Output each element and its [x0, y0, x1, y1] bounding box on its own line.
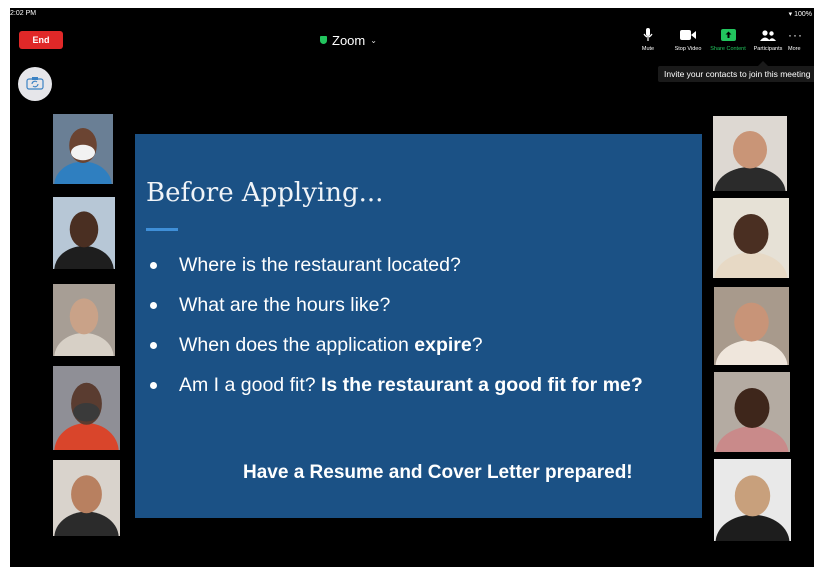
end-meeting-button[interactable]: End — [19, 31, 63, 49]
bullet-item: What are the hours like? — [150, 294, 643, 334]
invite-tooltip: Invite your contacts to join this meetin… — [658, 61, 814, 82]
mute-label: Mute — [641, 46, 655, 52]
more-button[interactable]: ··· More — [788, 28, 808, 52]
bullet-dot-icon — [150, 382, 157, 389]
title-underline — [146, 228, 178, 231]
slide-call-to-action: Have a Resume and Cover Letter prepared! — [243, 462, 633, 483]
participant-video-right-2[interactable] — [713, 198, 789, 278]
microphone-icon — [643, 28, 653, 42]
participant-video-left-4[interactable] — [53, 366, 120, 450]
bullet-dot-icon — [150, 342, 157, 349]
participant-video-left-3[interactable] — [53, 284, 115, 356]
meeting-title-label: Zoom — [332, 32, 366, 48]
participant-avatar — [53, 366, 120, 450]
participant-video-left-1[interactable] — [53, 114, 113, 184]
meeting-title[interactable]: Zoom ⌄ — [320, 31, 377, 49]
participant-avatar — [714, 372, 790, 452]
participants-label: Participants — [753, 46, 783, 52]
participant-avatar — [714, 287, 789, 365]
switch-camera-button[interactable] — [18, 67, 52, 101]
participants-icon — [760, 28, 776, 42]
participant-video-left-5[interactable] — [53, 460, 120, 536]
bullet-item: Am I a good fit? Is the restaurant a goo… — [150, 374, 643, 414]
stop-video-button[interactable]: Stop Video — [668, 28, 708, 52]
participant-avatar — [53, 460, 120, 536]
participants-button[interactable]: Participants — [748, 28, 788, 52]
share-content-label: Share Content — [710, 46, 746, 52]
status-time: 2:02 PM — [10, 10, 37, 17]
status-battery: ▾ 100% — [789, 10, 812, 18]
battery-level: 100% — [794, 11, 812, 18]
participant-avatar — [714, 459, 791, 541]
meeting-toolbar: Mute Stop Video Share Content Participan… — [628, 28, 808, 52]
participant-video-right-4[interactable] — [714, 372, 790, 452]
participant-avatar — [53, 284, 115, 356]
bullet-item: Where is the restaurant located? — [150, 254, 643, 294]
participant-video-right-3[interactable] — [714, 287, 789, 365]
participant-avatar — [53, 114, 113, 184]
bullet-dot-icon — [150, 262, 157, 269]
bullet-item: When does the application expire? — [150, 334, 643, 374]
bullet-dot-icon — [150, 302, 157, 309]
share-screen-icon — [720, 28, 736, 42]
slide-title: Before Applying... — [146, 178, 384, 208]
participant-avatar — [713, 116, 787, 191]
video-camera-icon — [680, 28, 696, 42]
stop-video-label: Stop Video — [674, 46, 702, 52]
participant-avatar — [713, 198, 789, 278]
participant-video-right-1[interactable] — [713, 116, 787, 191]
wifi-icon: ▾ — [788, 11, 793, 18]
mute-button[interactable]: Mute — [628, 28, 668, 52]
participant-video-left-2[interactable] — [53, 197, 115, 269]
slide-bullet-list: Where is the restaurant located? What ar… — [150, 254, 643, 414]
participant-video-right-5[interactable] — [714, 459, 791, 541]
camera-switch-icon — [26, 76, 44, 93]
shield-icon — [320, 36, 327, 44]
more-dots-icon: ··· — [788, 28, 803, 42]
shared-screen-slide: Before Applying... Where is the restaura… — [135, 134, 702, 518]
chevron-down-icon: ⌄ — [370, 35, 377, 45]
participant-avatar — [53, 197, 115, 269]
share-content-button[interactable]: Share Content — [708, 28, 748, 52]
more-label: More — [788, 46, 801, 52]
zoom-meeting-window: 2:02 PM ▾ 100% End Zoom ⌄ Mute Stop Vide… — [10, 8, 814, 567]
